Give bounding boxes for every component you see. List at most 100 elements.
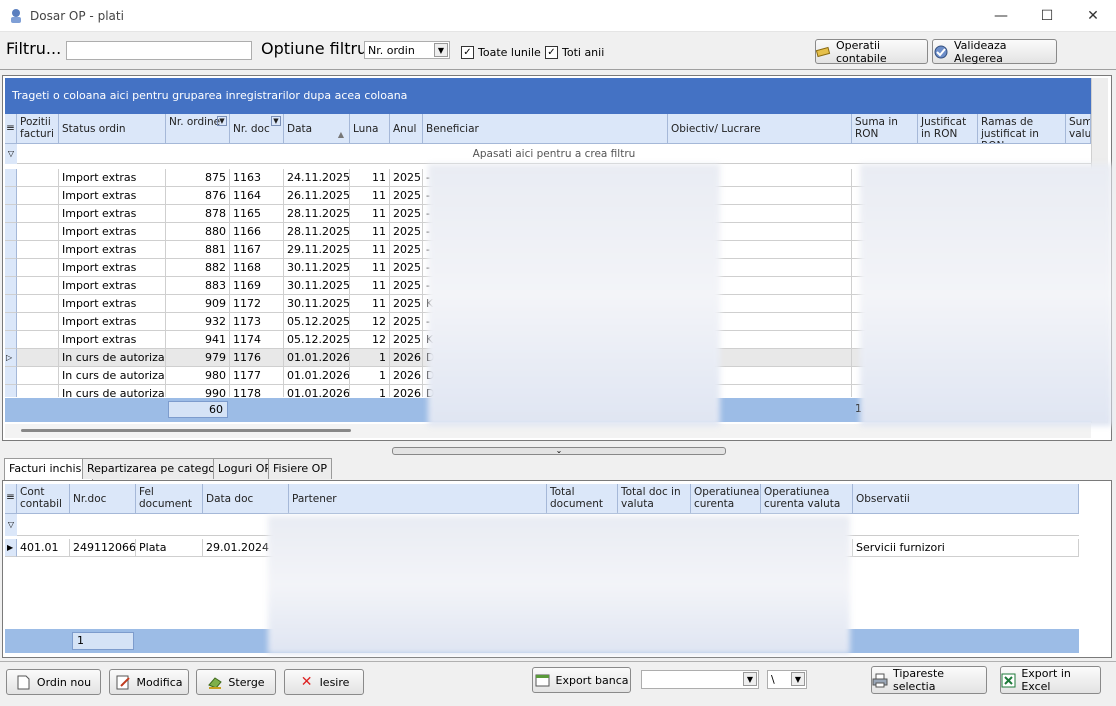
maximize-button[interactable]: ☐ [1024, 0, 1070, 32]
cell-pozitii [17, 241, 59, 259]
col-data[interactable]: Data ▲ [284, 114, 350, 144]
exit-button[interactable]: ✕ Iesire [284, 669, 364, 695]
cell-data: 30.11.2025 [284, 295, 350, 313]
cell-anul: 2025 [390, 187, 423, 205]
col-nr-doc-label: Nr. doc [233, 123, 270, 135]
export-bank-button[interactable]: Export banca [532, 667, 631, 693]
col-suma-ron[interactable]: Suma in RON [852, 114, 918, 144]
delete-button[interactable]: Sterge [196, 669, 276, 695]
redacted-region [268, 516, 850, 654]
col-data-doc[interactable]: Data doc [203, 484, 289, 514]
cell-nr-doc: 1168 [230, 259, 284, 277]
modify-button[interactable]: Modifica [109, 669, 189, 695]
col-beneficiar[interactable]: Beneficiar [423, 114, 668, 144]
cell-anul: 2025 [390, 241, 423, 259]
cell-anul: 2025 [390, 169, 423, 187]
horizontal-scrollbar[interactable] [5, 424, 1091, 438]
col-operatiunea-curenta-valuta[interactable]: Operatiunea curenta valuta [761, 484, 853, 514]
all-years-checkbox[interactable]: ✓ [545, 46, 558, 59]
export-excel-button[interactable]: Export in Excel [1000, 666, 1101, 694]
col-obiectiv-lucrare[interactable]: Obiectiv/ Lucrare [668, 114, 852, 144]
filter-option-select[interactable]: Nr. ordin ▼ [364, 41, 450, 59]
cell-status: Import extras [59, 223, 166, 241]
col-nr-ordine[interactable]: Nr. ordine ▼ [166, 114, 230, 144]
filter-row[interactable]: Apasati aici pentru a crea filtru [17, 144, 1091, 164]
col-justificat-ron[interactable]: Justificat in RON [918, 114, 978, 144]
cell-status: In curs de autorizare [59, 385, 166, 397]
tab-loguri-op[interactable]: Loguri OP [213, 458, 276, 479]
cell-nr-ordine: 880 [166, 223, 230, 241]
col-suma-valuta[interactable]: Suma valuta [1066, 114, 1091, 144]
filter-icon[interactable]: ▼ [271, 116, 281, 126]
col-observatii[interactable]: Observatii [853, 484, 1079, 514]
cell-anul: 2025 [390, 295, 423, 313]
cell-data: 28.11.2025 [284, 223, 350, 241]
new-order-label: Ordin nou [36, 675, 92, 689]
all-years-label: Toti anii [562, 46, 605, 59]
cell-luna: 11 [350, 295, 390, 313]
delete-label: Sterge [228, 675, 265, 689]
new-order-button[interactable]: Ordin nou [6, 669, 101, 695]
accounting-operations-button[interactable]: Operatii contabile [815, 39, 928, 65]
cell-anul: 2025 [390, 205, 423, 223]
col-nrdoc[interactable]: Nr.doc [70, 484, 136, 514]
col-cont-contabil[interactable]: Cont contabil [17, 484, 70, 514]
col-status-ordin[interactable]: Status ordin [59, 114, 166, 144]
row-indicator [5, 331, 17, 349]
cell-data: 01.01.2026 [284, 385, 350, 397]
cell-luna: 11 [350, 205, 390, 223]
col-fel-document[interactable]: Fel document [136, 484, 203, 514]
cell-anul: 2026 [390, 367, 423, 385]
cell-nrdoc: 2491120662 [70, 539, 136, 557]
cell-data: 30.11.2025 [284, 277, 350, 295]
filter-row-icon: ▽ [5, 144, 17, 164]
tab-facturi-inchise[interactable]: Facturi inchise [4, 458, 94, 480]
tab-fisiere-op[interactable]: Fisiere OP [268, 458, 332, 479]
cell-pozitii [17, 277, 59, 295]
cell-data: 26.11.2025 [284, 187, 350, 205]
tab-repartizare[interactable]: Repartizarea pe categorii [82, 458, 231, 479]
cell-luna: 1 [350, 349, 390, 367]
separator-select[interactable]: \ ▼ [767, 670, 807, 689]
cell-fel: Plata [136, 539, 203, 557]
col-ramas-justificat[interactable]: Ramas de justificat in RON [978, 114, 1066, 144]
filter-icon[interactable]: ▼ [217, 116, 227, 126]
current-row-indicator: ▶ [5, 539, 17, 557]
filter-input[interactable] [66, 41, 252, 60]
group-by-band[interactable]: Trageti o coloana aici pentru gruparea i… [5, 78, 1091, 114]
horizontal-scroll-thumb[interactable] [21, 429, 351, 432]
col-anul[interactable]: Anul [390, 114, 423, 144]
row-indicator [5, 169, 17, 187]
col-total-doc-valuta[interactable]: Total doc in valuta [618, 484, 691, 514]
window-title: Dosar OP - plati [30, 9, 124, 23]
col-nr-doc[interactable]: Nr. doc ▼ [230, 114, 284, 144]
cell-pozitii [17, 205, 59, 223]
row-indicator [5, 295, 17, 313]
all-months-checkbox[interactable]: ✓ [461, 46, 474, 59]
all-months-label: Toate lunile [478, 46, 541, 59]
cell-nr-doc: 1174 [230, 331, 284, 349]
modify-label: Modifica [136, 675, 183, 689]
separator-value: \ [771, 673, 775, 686]
cell-anul: 2026 [390, 349, 423, 367]
minimize-button[interactable]: — [978, 0, 1024, 32]
cell-nr-ordine: 932 [166, 313, 230, 331]
col-luna[interactable]: Luna [350, 114, 390, 144]
col-total-document[interactable]: Total document [547, 484, 618, 514]
close-button[interactable]: ✕ [1070, 0, 1116, 32]
row-indicator [5, 385, 17, 397]
bank-select[interactable]: ▼ [641, 670, 759, 689]
col-pozitii-facturi[interactable]: Pozitii facturi [17, 114, 59, 144]
print-selection-button[interactable]: Tipareste selectia [871, 666, 987, 694]
cell-data: 30.11.2025 [284, 259, 350, 277]
cell-observatii: Servicii furnizori [853, 539, 1079, 557]
col-operatiunea-curenta[interactable]: Operatiunea curenta [691, 484, 761, 514]
splitter-handle[interactable]: ⌄ [392, 447, 726, 455]
printer-icon [872, 672, 888, 688]
row-indicator [5, 367, 17, 385]
cell-nr-doc: 1165 [230, 205, 284, 223]
col-data-label: Data [287, 123, 313, 135]
cell-nr-doc: 1172 [230, 295, 284, 313]
validate-choice-button[interactable]: Valideaza Alegerea [932, 39, 1057, 65]
col-partener[interactable]: Partener [289, 484, 547, 514]
